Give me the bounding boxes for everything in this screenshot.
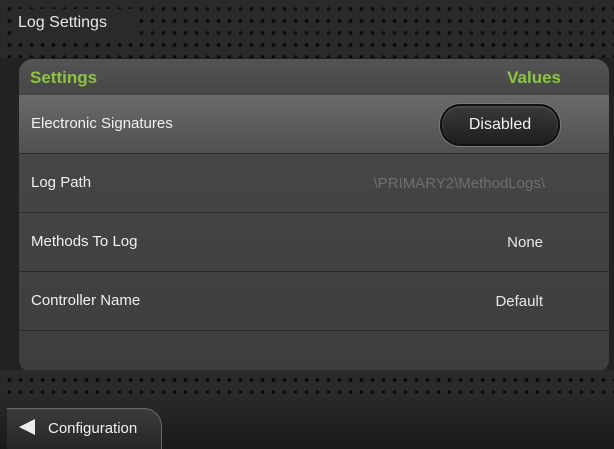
row-label: Electronic Signatures [31, 115, 173, 132]
methods-to-log-value[interactable]: None [507, 234, 543, 251]
settings-panel: Settings Values Electronic Signatures Di… [19, 59, 609, 373]
row-electronic-signatures[interactable]: Electronic Signatures Disabled [19, 95, 609, 154]
back-to-configuration-button[interactable]: Configuration [7, 408, 162, 449]
electronic-signatures-toggle-button[interactable]: Disabled [440, 104, 560, 146]
back-arrow-icon [19, 419, 35, 435]
row-label: Methods To Log [31, 233, 138, 250]
row-label: Log Path [31, 174, 92, 191]
row-controller-name[interactable]: Controller Name Default [19, 272, 609, 331]
log-path-value: \PRIMARY2\MethodLogs\ [373, 175, 545, 192]
row-label: Controller Name [31, 292, 141, 309]
column-header-settings: Settings [30, 68, 98, 87]
perforated-bottom-pattern [0, 370, 614, 394]
table-header: Settings Values [19, 59, 609, 95]
column-header-values: Values [507, 68, 561, 87]
row-methods-to-log[interactable]: Methods To Log None [19, 213, 609, 272]
row-log-path[interactable]: Log Path \PRIMARY2\MethodLogs\ [19, 154, 609, 213]
back-button-label: Configuration [48, 420, 138, 437]
controller-name-value[interactable]: Default [495, 293, 543, 310]
window-title: Log Settings [12, 9, 136, 37]
